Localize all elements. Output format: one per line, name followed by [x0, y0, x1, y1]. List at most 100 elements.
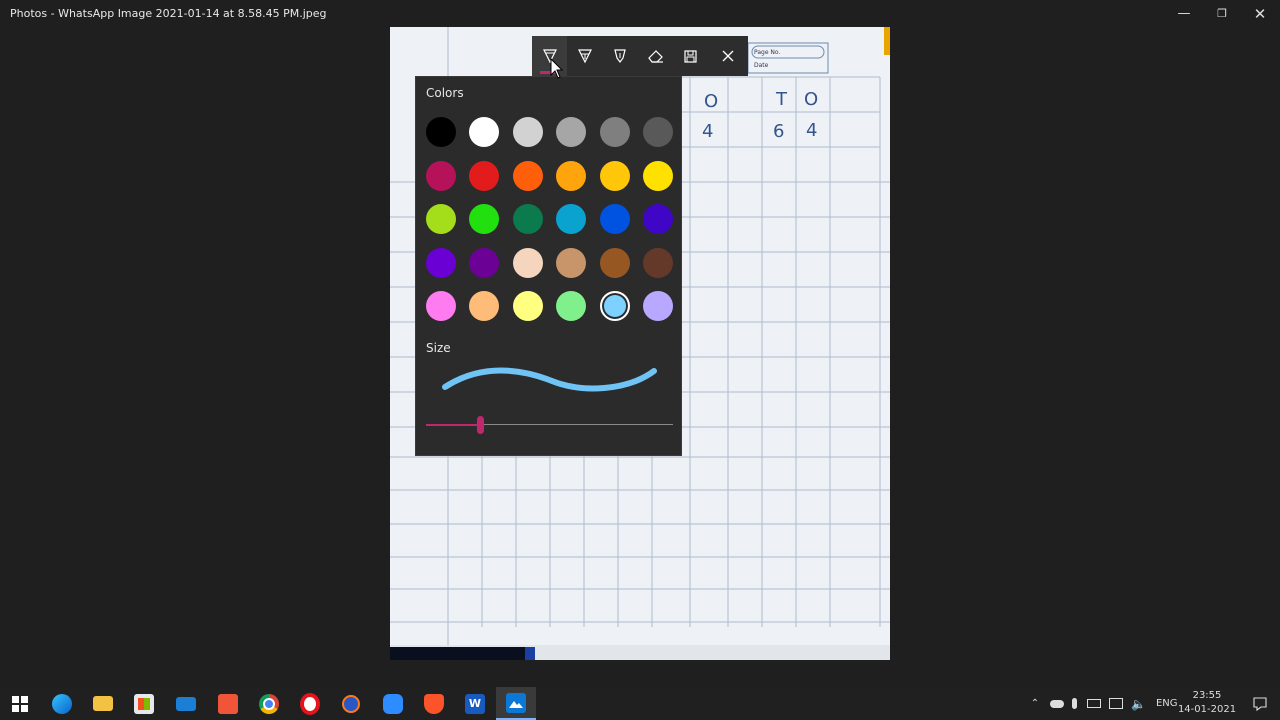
show-hidden-icons-icon[interactable]: ⌃ [1028, 698, 1042, 709]
color-swatch-grid [426, 117, 673, 321]
onedrive-icon[interactable] [1050, 699, 1064, 708]
handwriting-6: 6 [773, 121, 785, 142]
color-swatch[interactable] [642, 204, 673, 234]
minimize-icon: — [1177, 6, 1191, 21]
color-swatch[interactable] [556, 117, 587, 147]
app-icon [218, 693, 238, 714]
save-copy-icon [684, 50, 697, 63]
title-bar: Photos - WhatsApp Image 2021-01-14 at 8.… [0, 0, 1280, 27]
color-swatch[interactable] [599, 117, 630, 147]
close-icon: ✕ [1253, 4, 1267, 23]
start-icon [12, 695, 28, 712]
taskbar-zoom[interactable] [373, 687, 413, 720]
taskbar: W ⌃ 🔈 ENG 23:55 14-01-2021 [0, 687, 1280, 720]
language-indicator[interactable]: ENG [1156, 698, 1178, 709]
date-label: Date [754, 62, 769, 69]
handwriting-o-2: O [804, 89, 819, 110]
start-button[interactable] [0, 687, 40, 720]
color-swatch[interactable] [642, 160, 673, 191]
handwriting-4-2: 4 [806, 120, 818, 141]
mouse-cursor-icon [550, 58, 564, 79]
window-title: Photos - WhatsApp Image 2021-01-14 at 8.… [10, 7, 327, 20]
taskbar-edge[interactable] [42, 687, 82, 720]
color-swatch[interactable] [426, 291, 456, 321]
size-heading: Size [426, 341, 451, 355]
taskbar-mail[interactable] [166, 687, 206, 720]
size-slider-track [480, 424, 673, 425]
network-icon[interactable] [1109, 698, 1123, 709]
volume-icon[interactable]: 🔈 [1131, 697, 1146, 711]
color-swatch[interactable] [642, 291, 673, 321]
color-swatch[interactable] [426, 204, 456, 234]
battery-icon[interactable] [1087, 699, 1101, 708]
inking-toolbar [532, 36, 748, 76]
brave-icon [424, 693, 444, 714]
notifications-button[interactable] [1240, 687, 1280, 720]
color-swatch[interactable] [469, 247, 500, 278]
taskbar-chrome[interactable] [249, 687, 289, 720]
app-icon-2 [342, 694, 360, 713]
color-swatch[interactable] [512, 160, 543, 191]
color-swatch[interactable] [512, 291, 543, 321]
close-icon [722, 50, 734, 62]
color-swatch[interactable] [469, 291, 500, 321]
pencil-icon [578, 49, 592, 64]
size-slider-thumb[interactable] [477, 416, 484, 434]
zoom-icon [383, 693, 403, 714]
taskbar-opera[interactable] [290, 687, 330, 720]
taskbar-word[interactable]: W [455, 687, 495, 720]
color-swatch[interactable] [512, 247, 543, 278]
calligraphy-pen-button[interactable] [603, 36, 638, 76]
opera-icon [300, 692, 320, 715]
edge-icon [52, 693, 72, 714]
clock-date: 14-01-2021 [1177, 704, 1237, 715]
pencil-button[interactable] [567, 36, 602, 76]
taskbar-app[interactable] [208, 687, 248, 720]
size-slider-fill [426, 424, 480, 426]
store-icon [134, 693, 154, 714]
color-swatch[interactable] [426, 160, 456, 191]
size-slider[interactable] [426, 415, 673, 435]
close-inking-button[interactable] [709, 36, 748, 76]
color-swatch[interactable] [599, 291, 630, 321]
calligraphy-pen-icon [614, 49, 627, 63]
photos-icon [506, 692, 526, 713]
color-swatch[interactable] [426, 247, 456, 278]
notification-icon [1253, 696, 1267, 711]
file-explorer-icon [93, 696, 113, 711]
color-swatch[interactable] [556, 291, 587, 321]
save-copy-button[interactable] [673, 36, 708, 76]
color-swatch[interactable] [556, 160, 587, 191]
word-icon: W [465, 693, 485, 714]
clock[interactable]: 23:55 14-01-2021 [1176, 689, 1238, 717]
color-swatch[interactable] [599, 247, 630, 278]
color-swatch[interactable] [512, 204, 543, 234]
color-swatch[interactable] [556, 247, 587, 278]
taskbar-file-explorer[interactable] [83, 687, 123, 720]
handwriting-o-1: O [704, 91, 719, 112]
taskbar-store[interactable] [124, 687, 164, 720]
taskbar-brave[interactable] [414, 687, 454, 720]
colors-heading: Colors [426, 86, 464, 100]
close-window-button[interactable]: ✕ [1237, 0, 1280, 27]
taskbar-photos[interactable] [496, 687, 536, 720]
color-swatch[interactable] [642, 247, 673, 278]
color-swatch[interactable] [642, 117, 673, 147]
page-no-label: Page No. [754, 49, 781, 56]
color-swatch[interactable] [599, 204, 630, 234]
handwriting-t: T [776, 89, 787, 110]
eraser-button[interactable] [638, 36, 673, 76]
color-swatch[interactable] [512, 117, 543, 147]
color-swatch[interactable] [469, 117, 500, 147]
color-swatch[interactable] [469, 160, 500, 191]
microphone-icon[interactable] [1072, 698, 1077, 709]
color-swatch[interactable] [556, 204, 587, 234]
restore-icon: ❐ [1217, 7, 1227, 20]
eraser-icon [647, 50, 663, 63]
color-swatch[interactable] [426, 117, 456, 147]
color-swatch[interactable] [469, 204, 500, 234]
taskbar-app-2[interactable] [331, 687, 371, 720]
chrome-icon [259, 693, 279, 714]
color-swatch[interactable] [599, 160, 630, 191]
stroke-size-preview [442, 367, 657, 392]
